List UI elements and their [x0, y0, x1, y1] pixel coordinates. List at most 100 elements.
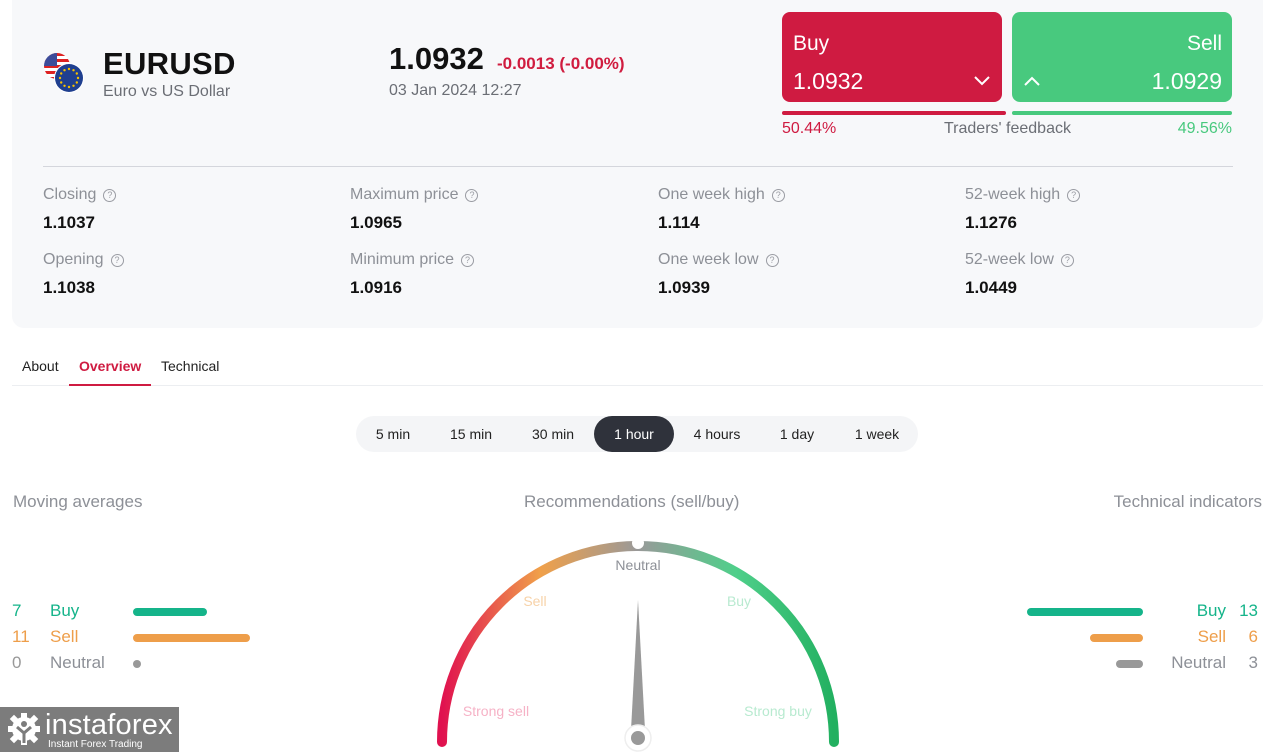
- stat-label: One week low?: [658, 251, 779, 269]
- stat-value: 1.0965: [350, 213, 402, 232]
- stat-52-week-low: 52-week low? 1.0449: [965, 251, 1074, 298]
- instaforex-logo: instaforex Instant Forex Trading: [0, 707, 179, 752]
- feedback-sell-bar: [1012, 111, 1232, 115]
- stat-label: One week high?: [658, 186, 785, 204]
- stat-label-text: Maximum price: [350, 186, 459, 203]
- ti-sell-bar: [1089, 634, 1143, 642]
- instrument-symbol: EURUSD: [103, 46, 236, 81]
- ti-neutral-count: 3: [1248, 653, 1258, 672]
- ma-neutral-label: Neutral: [50, 653, 105, 672]
- stat-52-week-high: 52-week high? 1.1276: [965, 186, 1081, 233]
- sell-price: 1.0929: [1151, 68, 1222, 94]
- price-change: -0.0013 (-0.00%): [497, 54, 625, 73]
- help-icon[interactable]: ?: [1060, 253, 1074, 267]
- stat-label-text: One week low: [658, 251, 759, 268]
- feedback-buy-percent: 50.44%: [782, 120, 837, 137]
- gauge-label-strong-sell: Strong sell: [463, 703, 529, 719]
- help-icon[interactable]: ?: [465, 188, 479, 202]
- stat-value: 1.1276: [965, 213, 1017, 232]
- buy-button[interactable]: Buy 1.0932: [782, 12, 1002, 102]
- us-eu-flags-icon: [44, 53, 84, 93]
- ti-neutral-bar: [1116, 660, 1143, 668]
- ti-sell-label: Sell: [1197, 627, 1226, 646]
- ti-buy-count: 13: [1239, 601, 1258, 620]
- brand-name: instaforex: [45, 709, 173, 741]
- brand-tagline: Instant Forex Trading: [48, 739, 143, 750]
- gauge-neutral-marker: [632, 537, 644, 549]
- gauge-needle: [631, 600, 645, 730]
- stat-opening: Opening? 1.1038: [43, 251, 124, 298]
- period-1day[interactable]: 1 day: [766, 416, 828, 452]
- chevron-up-icon: [1024, 76, 1040, 86]
- stat-label-text: Minimum price: [350, 251, 455, 268]
- help-icon[interactable]: ?: [461, 253, 475, 267]
- period-4hours[interactable]: 4 hours: [680, 416, 754, 452]
- stat-label-text: One week high: [658, 186, 765, 203]
- period-selector: 5 min 15 min 30 min 1 hour 4 hours 1 day…: [356, 416, 918, 452]
- feedback-buy-bar: [782, 111, 1006, 115]
- period-30min[interactable]: 30 min: [518, 416, 588, 452]
- ma-buy-count: 7: [12, 601, 22, 620]
- stat-label: Maximum price?: [350, 186, 479, 204]
- gauge-label-neutral: Neutral: [615, 557, 660, 573]
- buy-label: Buy: [793, 32, 830, 55]
- period-1week[interactable]: 1 week: [842, 416, 912, 452]
- stat-minimum-price: Minimum price? 1.0916: [350, 251, 475, 298]
- recommendations-title: Recommendations (sell/buy): [524, 492, 740, 511]
- period-5min[interactable]: 5 min: [362, 416, 424, 452]
- feedback-sell-percent: 49.56%: [1177, 120, 1232, 137]
- help-icon[interactable]: ?: [1067, 188, 1081, 202]
- stat-label: Opening?: [43, 251, 124, 269]
- tab-overview[interactable]: Overview: [69, 358, 152, 386]
- period-15min[interactable]: 15 min: [436, 416, 506, 452]
- stat-label: Closing?: [43, 186, 117, 204]
- ma-buy-bar: [133, 608, 208, 616]
- stat-label: 52-week high?: [965, 186, 1081, 204]
- ma-sell-label: Sell: [50, 627, 79, 646]
- stat-label-text: 52-week low: [965, 251, 1054, 268]
- stat-label-text: Opening: [43, 251, 104, 268]
- period-1hour[interactable]: 1 hour: [594, 416, 674, 452]
- stat-value: 1.0916: [350, 278, 402, 297]
- current-price: 1.0932: [389, 41, 484, 76]
- stat-one-week-high: One week high? 1.114: [658, 186, 785, 233]
- stat-value: 1.1038: [43, 278, 95, 297]
- sell-button[interactable]: Sell 1.0929: [1012, 12, 1232, 102]
- moving-averages-title: Moving averages: [13, 492, 143, 511]
- help-icon[interactable]: ?: [771, 188, 785, 202]
- feedback-label: Traders' feedback: [944, 120, 1071, 137]
- sell-label: Sell: [1186, 32, 1222, 55]
- price-datetime: 03 Jan 2024 12:27: [389, 82, 522, 99]
- stat-label-text: 52-week high: [965, 186, 1061, 203]
- divider: [43, 166, 1233, 167]
- ti-buy-bar: [1027, 608, 1143, 616]
- ma-sell-count: 11: [12, 627, 30, 646]
- ti-neutral-label: Neutral: [1171, 653, 1226, 672]
- tab-about[interactable]: About: [12, 358, 69, 386]
- ma-neutral-bar: [133, 660, 141, 668]
- recommendation-gauge: Neutral Sell Buy Strong sell Strong buy: [437, 537, 839, 752]
- stat-value: 1.114: [658, 213, 700, 232]
- gear-logo-icon: [8, 713, 40, 745]
- stat-one-week-low: One week low? 1.0939: [658, 251, 779, 298]
- help-icon[interactable]: ?: [110, 253, 124, 267]
- instrument-name: Euro vs US Dollar: [103, 83, 231, 100]
- gauge-needle-hub: [631, 731, 645, 745]
- tab-technical[interactable]: Technical: [151, 358, 229, 386]
- gauge-label-buy: Buy: [727, 593, 751, 609]
- ma-sell-bar: [133, 634, 250, 642]
- stat-closing: Closing? 1.1037: [43, 186, 117, 233]
- technical-indicators-title: Technical indicators: [1113, 492, 1262, 511]
- ma-buy-label: Buy: [50, 601, 80, 620]
- gauge-label-sell: Sell: [523, 593, 546, 609]
- stat-value: 1.0449: [965, 278, 1017, 297]
- ti-buy-label: Buy: [1196, 601, 1226, 620]
- stat-maximum-price: Maximum price? 1.0965: [350, 186, 479, 233]
- tab-bar: About Overview Technical: [12, 348, 1263, 386]
- ti-sell-count: 6: [1248, 627, 1258, 646]
- help-icon[interactable]: ?: [103, 188, 117, 202]
- stat-value: 1.0939: [658, 278, 710, 297]
- help-icon[interactable]: ?: [765, 253, 779, 267]
- stat-label: 52-week low?: [965, 251, 1074, 269]
- ma-neutral-count: 0: [12, 653, 22, 672]
